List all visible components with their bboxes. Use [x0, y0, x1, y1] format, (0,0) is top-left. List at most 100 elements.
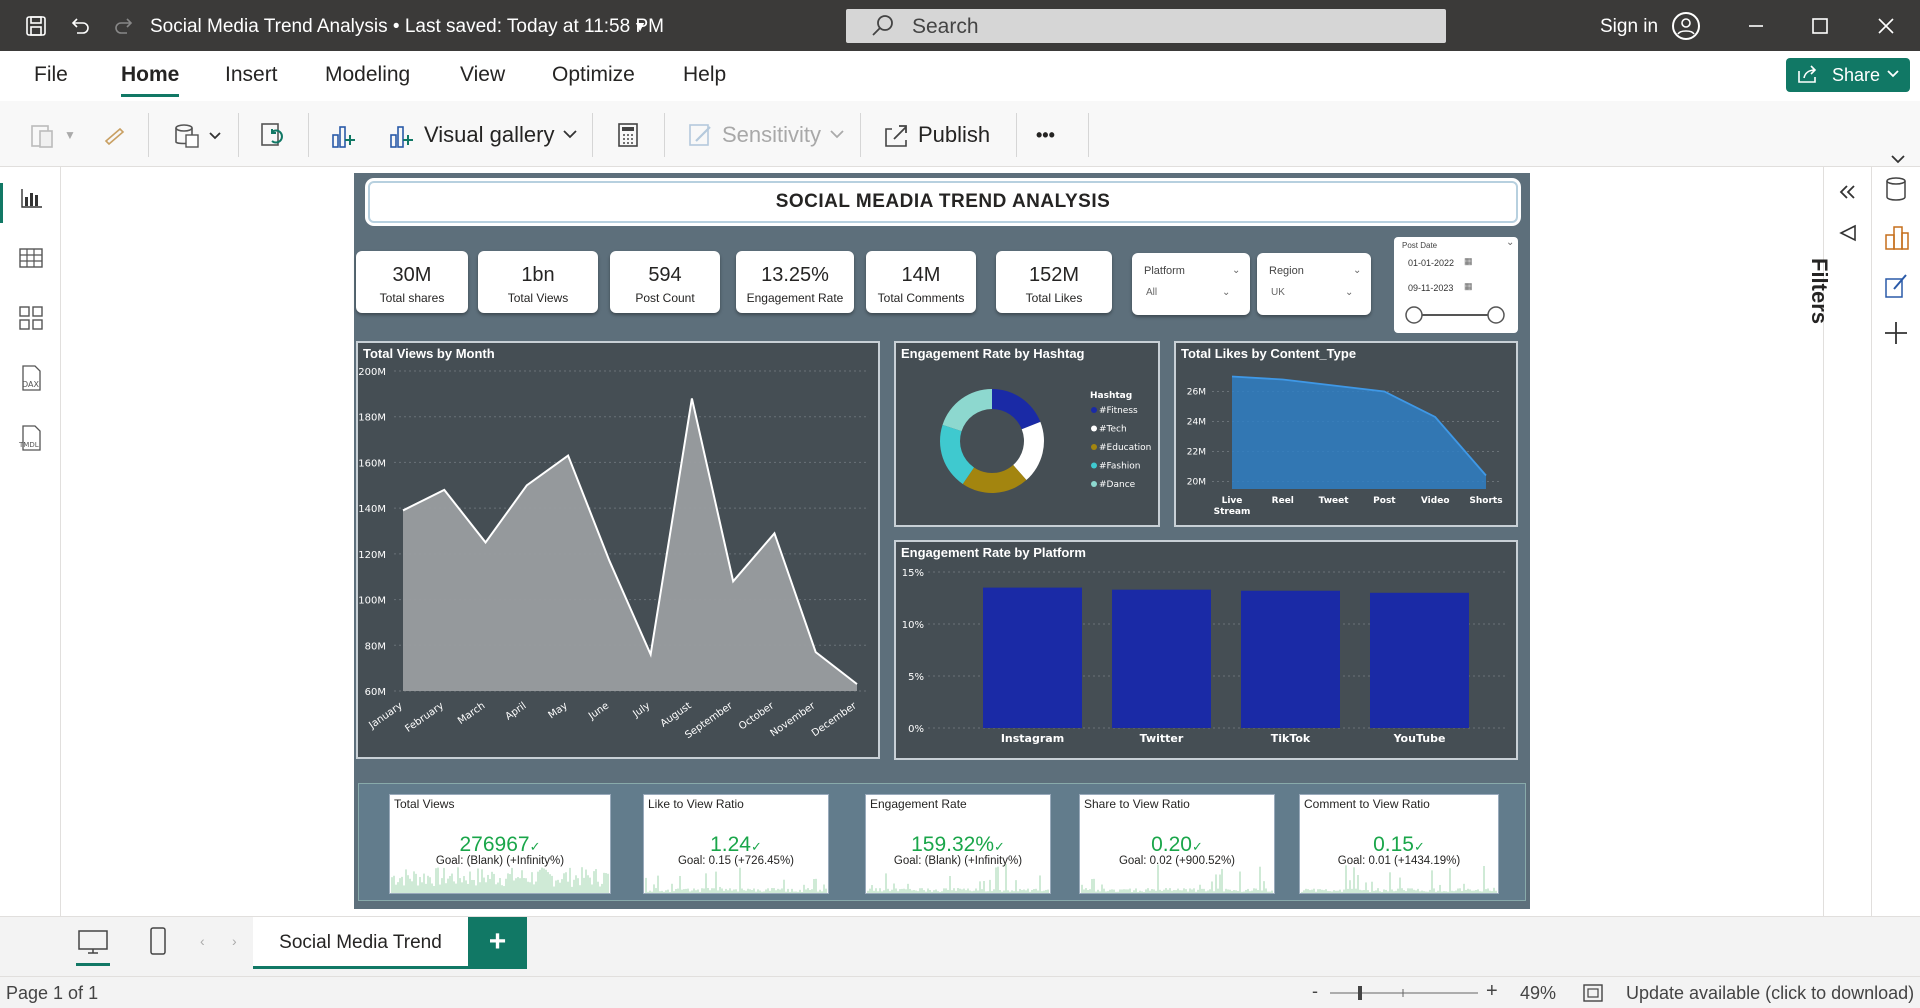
menu-file[interactable]: File	[34, 63, 68, 87]
zoom-out-button[interactable]: -	[1312, 981, 1318, 1002]
expand-filters-icon[interactable]	[1836, 181, 1858, 208]
calendar-icon[interactable]: ▦	[1464, 256, 1473, 267]
report-title: SOCIAL MEADIA TREND ANALYSIS	[368, 181, 1518, 223]
active-layout-indicator	[76, 963, 110, 966]
engagement-by-platform-chart[interactable]: Engagement Rate by Platform 0% 5% 10% 15% In…	[894, 540, 1518, 760]
card-total-shares[interactable]: 30M Total shares	[356, 251, 468, 313]
redo-icon[interactable]	[112, 14, 136, 38]
kpi-like-to-view-ratio[interactable]: Like to View Ratio 1.24✓ Goal: 0.15 (+72…	[643, 794, 829, 894]
menu-view[interactable]: View	[460, 63, 505, 87]
publish-icon	[882, 121, 910, 149]
card-post-count[interactable]: 594 Post Count	[610, 251, 720, 313]
calendar-icon[interactable]: ▦	[1464, 281, 1473, 292]
post-date-slicer[interactable]: Post Date ⌄ 01-01-2022 ▦ 09-11-2023 ▦	[1394, 237, 1518, 333]
zoom-thumb	[1358, 986, 1362, 1000]
data-pane-icon[interactable]	[1882, 175, 1910, 208]
card-label: Total shares	[379, 291, 445, 305]
title-dropdown-icon[interactable]: ▼	[628, 14, 652, 38]
update-notice[interactable]: Update available (click to download)	[1626, 983, 1914, 1004]
likes-by-content-type-chart[interactable]: Total Likes by Content_Type 20M 22M 24M 26M…	[1174, 341, 1518, 527]
undo-icon[interactable]	[68, 14, 92, 38]
table-view-icon[interactable]	[16, 243, 46, 273]
mobile-layout-icon[interactable]	[146, 925, 170, 962]
format-painter-button[interactable]	[100, 115, 128, 155]
model-view-icon[interactable]	[16, 303, 46, 333]
zoom-level[interactable]: 49%	[1520, 983, 1556, 1004]
share-button[interactable]: Share	[1786, 58, 1910, 92]
legend-marker	[1091, 407, 1097, 413]
x-tick-label: February	[403, 700, 446, 734]
sensitivity-button[interactable]: Sensitivity	[686, 115, 845, 155]
sign-in-button[interactable]: Sign in	[1600, 16, 1658, 38]
platform-slicer[interactable]: Platform ⌄ All ⌄	[1132, 253, 1250, 315]
next-page-icon[interactable]: ›	[232, 933, 237, 949]
x-tick-label: Tweet	[1319, 496, 1350, 506]
fit-to-page-icon[interactable]	[1582, 983, 1604, 1008]
visual-gallery-button[interactable]: Visual gallery	[388, 115, 578, 155]
search-input[interactable]: Search	[846, 9, 1446, 43]
visualizations-pane-icon[interactable]	[1882, 223, 1910, 256]
paste-button[interactable]: ▼	[28, 115, 76, 155]
menu-bar: File Home Insert Modeling View Optimize …	[0, 51, 1920, 101]
minimize-icon[interactable]	[1744, 14, 1768, 38]
menu-home[interactable]: Home	[121, 63, 180, 97]
menu-insert[interactable]: Insert	[225, 63, 278, 87]
close-icon[interactable]	[1874, 14, 1898, 38]
date-to-input[interactable]: 09-11-2023	[1408, 283, 1453, 293]
page-tab-social-media-trend[interactable]: Social Media Trend	[253, 917, 468, 969]
menu-modeling[interactable]: Modeling	[325, 63, 410, 87]
prev-page-icon[interactable]: ‹	[200, 933, 205, 949]
menu-optimize[interactable]: Optimize	[552, 63, 635, 87]
kpi-comment-to-view-ratio[interactable]: Comment to View Ratio 0.15✓ Goal: 0.01 (…	[1299, 794, 1499, 894]
ribbon: ▼ Visual gallery Sensitivity Publish •••	[0, 101, 1920, 167]
add-page-button[interactable]: +	[468, 917, 527, 969]
new-visual-button[interactable]	[330, 115, 358, 155]
more-options-button[interactable]: •••	[1036, 115, 1055, 155]
bar	[1241, 590, 1340, 728]
dax-query-view-icon[interactable]: DAX	[16, 363, 46, 393]
x-tick-label: Live	[1222, 496, 1243, 506]
report-view-icon[interactable]	[16, 183, 46, 213]
save-icon[interactable]	[24, 14, 48, 38]
share-icon	[1796, 63, 1820, 90]
document-title[interactable]: Social Media Trend Analysis • Last saved…	[150, 16, 664, 38]
views-by-month-chart[interactable]: Total Views by Month 60M 80M 100M 120M 140M 1…	[356, 341, 880, 759]
kpi-strip: Total Views 276967✓ Goal: (Blank) (+Infi…	[358, 783, 1526, 901]
zoom-slider[interactable]	[1328, 983, 1484, 1003]
desktop-layout-icon[interactable]	[76, 927, 110, 962]
publish-button[interactable]: Publish	[882, 115, 990, 155]
engagement-by-hashtag-chart[interactable]: Engagement Rate by Hashtag Hashtag #Fitne…	[894, 341, 1160, 527]
check-icon: ✓	[529, 839, 541, 854]
zoom-in-button[interactable]: +	[1486, 980, 1498, 1003]
menu-help[interactable]: Help	[683, 63, 726, 87]
refresh-button[interactable]	[258, 115, 286, 155]
chevron-down-icon: ⌄	[1506, 237, 1515, 248]
search-placeholder: Search	[912, 15, 979, 38]
card-engagement-rate[interactable]: 13.25% Engagement Rate	[736, 251, 854, 313]
add-pane-icon[interactable]	[1882, 319, 1910, 352]
y-tick-label: 80M	[365, 641, 386, 652]
y-tick-label: 100M	[358, 596, 386, 607]
kpi-engagement-rate[interactable]: Engagement Rate 159.32%✓ Goal: (Blank) (…	[865, 794, 1051, 894]
card-total-likes[interactable]: 152M Total Likes	[996, 251, 1112, 313]
date-from-input[interactable]: 01-01-2022	[1408, 258, 1454, 268]
filters-label[interactable]: Filters	[1806, 258, 1832, 324]
kpi-title: Total Views	[394, 797, 455, 811]
calculator-button[interactable]	[614, 115, 642, 155]
x-tick-label: January	[367, 700, 405, 731]
card-total-views[interactable]: 1bn Total Views	[478, 251, 598, 313]
date-range-slider[interactable]	[1394, 303, 1518, 327]
card-total-comments[interactable]: 14M Total Comments	[866, 251, 976, 313]
format-pane-icon[interactable]	[1882, 271, 1910, 304]
kpi-total-views[interactable]: Total Views 276967✓ Goal: (Blank) (+Infi…	[389, 794, 611, 894]
tmdl-view-icon[interactable]: TMDL	[16, 423, 46, 453]
kpi-value-text: 276967	[459, 833, 530, 856]
account-icon[interactable]	[1672, 12, 1700, 40]
x-tick-label: Stream	[1214, 507, 1251, 517]
kpi-share-to-view-ratio[interactable]: Share to View Ratio 0.20✓ Goal: 0.02 (+9…	[1079, 794, 1275, 894]
y-tick-label: 60M	[365, 687, 386, 698]
bar	[1370, 592, 1469, 728]
get-data-button[interactable]	[172, 115, 222, 155]
region-slicer[interactable]: Region ⌄ UK ⌄	[1257, 253, 1371, 315]
maximize-icon[interactable]	[1808, 14, 1832, 38]
